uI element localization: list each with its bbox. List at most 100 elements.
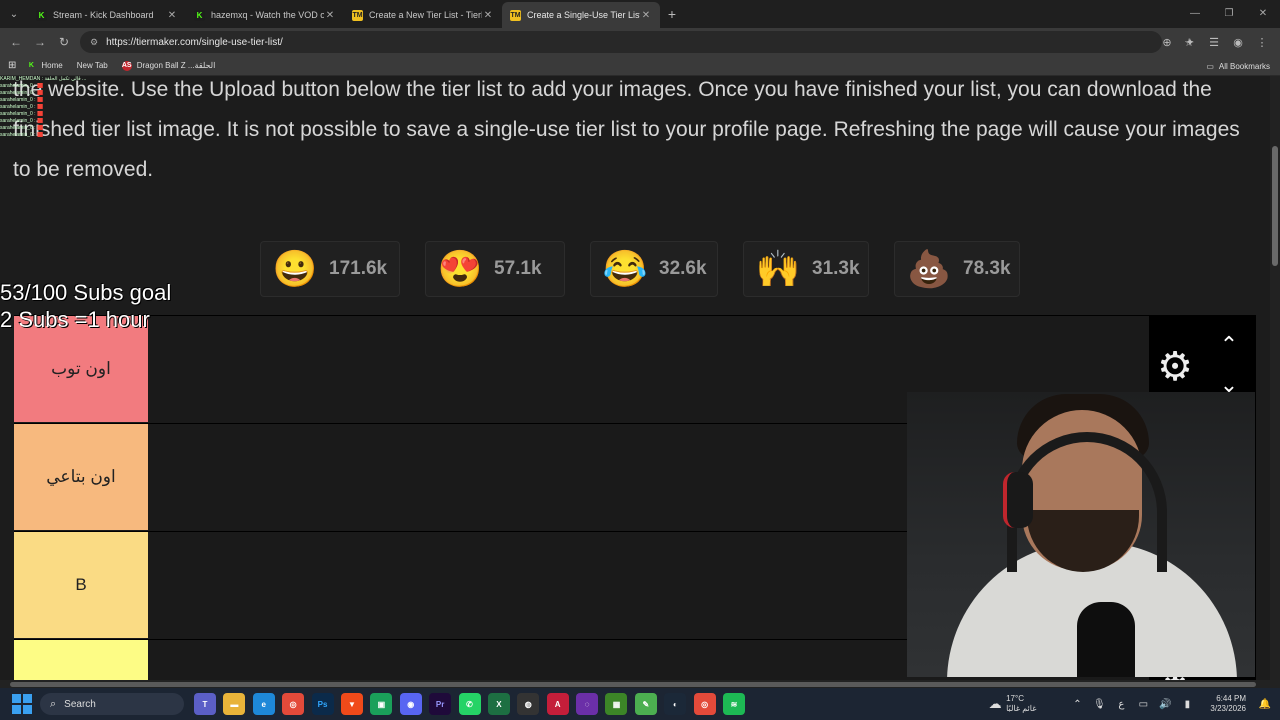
tier-label[interactable]: اون بتاعي	[14, 424, 148, 530]
tab-title: Stream - Kick Dashboard	[53, 10, 154, 20]
file-explorer-icon[interactable]: ▬	[223, 693, 246, 715]
reaction-count: 31.3k	[812, 258, 860, 279]
tab-3[interactable]: TM Create a Single-Use Tier List (Pr✕	[502, 2, 660, 28]
reaction-button[interactable]: 😂 32.6k	[590, 241, 718, 297]
menu-icon[interactable]: ⋮	[1250, 36, 1274, 49]
language-indicator[interactable]: ع	[1110, 699, 1132, 710]
zoom-icon[interactable]: ⊕	[1156, 36, 1178, 49]
tier-label[interactable]: B	[14, 532, 148, 638]
taskbar-apps: T ▬ e ◎ Ps ▼ ▣ ◉ Pr ✆ X ◍ A ◌ ▦ ✎ ◐ ◎ ≋	[194, 693, 752, 715]
reaction-emoji-icon: 💩	[906, 248, 952, 289]
network-icon[interactable]: ▭	[1132, 699, 1154, 710]
notes-icon[interactable]: ✎	[634, 693, 657, 715]
reaction-button[interactable]: 😀 171.6k	[260, 241, 400, 297]
tab-title: Create a Single-Use Tier List (Pr	[527, 10, 640, 20]
reaction-emoji-icon: 😂	[602, 248, 648, 289]
clock[interactable]: 6:44 PM 3/23/2026	[1210, 694, 1246, 714]
brave-icon[interactable]: ▼	[340, 693, 363, 715]
microphone-icon[interactable]: 🎙	[1088, 699, 1110, 710]
steam-icon[interactable]: ◐	[664, 693, 687, 715]
premiere-icon[interactable]: Pr	[429, 693, 452, 715]
tier-label[interactable]	[14, 640, 148, 680]
teams-icon[interactable]: T	[194, 693, 216, 715]
horizontal-scrollbar[interactable]	[0, 680, 1280, 688]
apps-grid-icon[interactable]: ⊞	[8, 60, 16, 71]
chevron-up-icon[interactable]: ⌃	[1213, 334, 1245, 356]
excel-icon[interactable]: X	[487, 693, 510, 715]
reaction-emoji-icon: 😍	[437, 248, 483, 289]
capcut-icon[interactable]: ▣	[370, 693, 393, 715]
browser-tab-bar: ⌄ K Stream - Kick Dashboard ✕ Khazemxq - Wa…	[0, 0, 1280, 28]
chat-line: sarahelamin_0 : 🟥	[0, 90, 44, 96]
reaction-button[interactable]: 🙌 31.3k	[743, 241, 869, 297]
whatsapp-icon[interactable]: ✆	[458, 693, 481, 715]
tab-close-icon[interactable]: ✕	[482, 10, 494, 21]
bookmark-item[interactable]: New Tab	[77, 61, 108, 71]
close-window-icon[interactable]: ✕	[1246, 0, 1280, 28]
site-info-icon[interactable]: ⚙	[90, 37, 98, 48]
back-icon[interactable]: ←	[4, 35, 28, 49]
tab-search-icon[interactable]: ⌄	[0, 0, 28, 28]
edge-icon[interactable]: e	[252, 693, 275, 715]
kick-favicon-icon: K	[36, 9, 47, 21]
chevron-up-icon[interactable]: ⌃	[1066, 699, 1088, 710]
app-icon[interactable]: ◌	[576, 693, 599, 715]
profile-avatar[interactable]: ◉	[1226, 36, 1250, 49]
forward-icon[interactable]: →	[28, 35, 52, 49]
volume-icon[interactable]: 🔊	[1154, 699, 1176, 710]
windows-taskbar: ⌕ Search T ▬ e ◎ Ps ▼ ▣ ◉ Pr ✆ X ◍ A ◌ ▦…	[0, 688, 1280, 720]
vertical-scrollbar[interactable]	[1270, 76, 1280, 680]
reaction-button[interactable]: 💩 78.3k	[894, 241, 1020, 297]
bookmark-item[interactable]: K Home	[26, 61, 63, 71]
reaction-emoji-icon: 🙌	[755, 248, 801, 289]
anime-site-icon: AS	[121, 60, 132, 71]
webcam-overlay	[907, 392, 1255, 677]
chat-line: sarahelamin_0 : 🟥	[0, 125, 44, 131]
kick-favicon-icon: K	[194, 9, 205, 21]
url-text: https://tiermaker.com/single-use-tier-li…	[106, 36, 283, 48]
chat-line: sarahelamin_0 : 🟥	[0, 97, 44, 103]
notifications-icon[interactable]: 🔔	[1254, 699, 1276, 710]
chat-line: KARIM_HEMDAN : قالي تكمل الحلقة ...	[0, 76, 87, 82]
folder-icon: ▭	[1206, 61, 1214, 71]
tab-title: hazemxq - Watch the VOD on K	[211, 10, 324, 20]
reaction-emoji-icon: 😀	[272, 248, 318, 289]
reaction-button[interactable]: 😍 57.1k	[425, 241, 565, 297]
obs-icon[interactable]: ◍	[517, 693, 540, 715]
tab-close-icon[interactable]: ✕	[166, 10, 178, 21]
system-tray: ☁ 17°C غائم غالبًا ⌃ 🎙 ع ▭ 🔊 ▮ 6:44 PM 3…	[984, 688, 1280, 720]
photoshop-icon[interactable]: Ps	[311, 693, 334, 715]
spotify-icon[interactable]: ≋	[723, 693, 746, 715]
reload-icon[interactable]: ↻	[52, 35, 76, 49]
reaction-count: 78.3k	[963, 258, 1011, 279]
minimize-icon[interactable]: —	[1178, 0, 1212, 28]
subs-goal-overlay: 53/100 Subs goal 2 Subs =1 hour	[0, 280, 172, 332]
extensions-icon[interactable]: ✦	[1178, 36, 1202, 49]
adobe-icon[interactable]: A	[546, 693, 569, 715]
url-field[interactable]: ⚙ https://tiermaker.com/single-use-tier-…	[80, 31, 1162, 53]
all-bookmarks-button[interactable]: ▭ All Bookmarks	[1206, 56, 1270, 76]
battery-icon[interactable]: ▮	[1176, 699, 1198, 710]
chat-line: sarahelamin_0 : 🟥	[0, 83, 44, 89]
search-icon: ⌕	[50, 697, 57, 710]
reading-list-icon[interactable]: ☰	[1202, 36, 1226, 49]
gear-icon[interactable]: ⚙	[1157, 347, 1193, 387]
windows-start-icon[interactable]	[12, 694, 32, 714]
weather-icon[interactable]: ☁	[984, 696, 1006, 712]
chrome-icon[interactable]: ◎	[282, 693, 305, 715]
tab-2[interactable]: TM Create a New Tier List - TierMak✕	[344, 2, 502, 28]
tab-close-icon[interactable]: ✕	[640, 10, 652, 21]
restore-icon[interactable]: ❐	[1212, 0, 1246, 28]
discord-icon[interactable]: ◉	[399, 693, 422, 715]
new-tab-button[interactable]: +	[660, 6, 684, 22]
weather-widget[interactable]: 17°C غائم غالبًا	[1006, 694, 1036, 714]
bookmark-item[interactable]: AS Dragon Ball Z ...الحلقة	[121, 60, 215, 71]
tab-close-icon[interactable]: ✕	[324, 10, 336, 21]
tab-title: Create a New Tier List - TierMak	[369, 10, 482, 20]
taskbar-search[interactable]: ⌕ Search	[40, 693, 184, 715]
kick-icon: K	[28, 62, 34, 69]
minecraft-icon[interactable]: ▦	[605, 693, 628, 715]
tab-0[interactable]: K Stream - Kick Dashboard ✕	[28, 2, 186, 28]
tab-1[interactable]: Khazemxq - Watch the VOD on K✕	[186, 2, 344, 28]
chrome-profile-icon[interactable]: ◎	[693, 693, 716, 715]
